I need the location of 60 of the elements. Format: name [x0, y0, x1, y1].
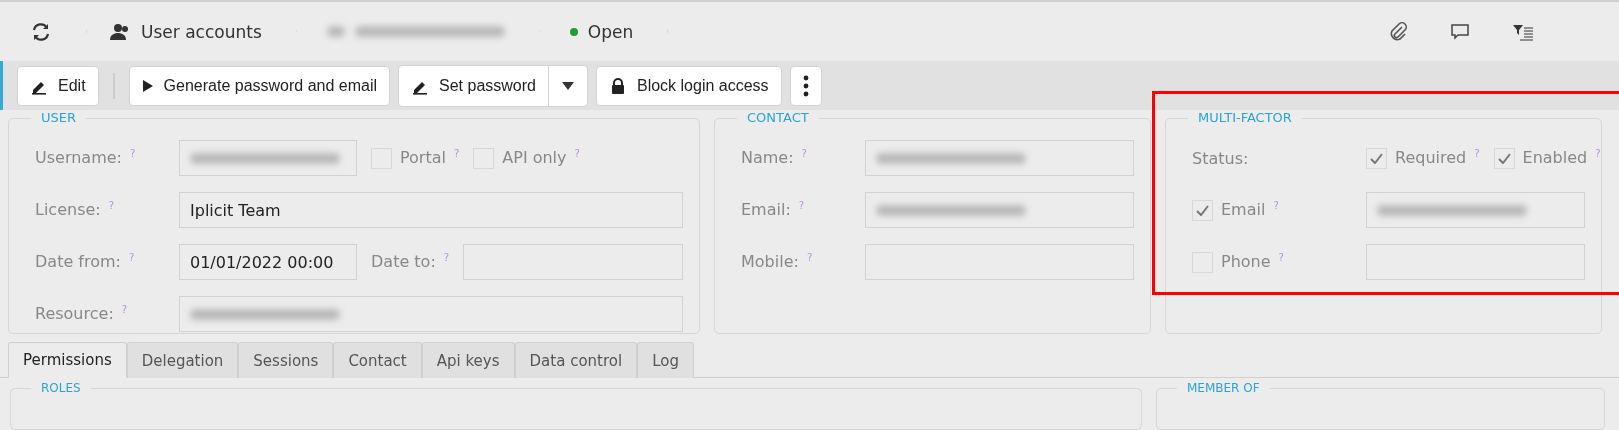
status-text: Open — [587, 21, 634, 42]
action-button[interactable]: Set password — [399, 65, 549, 106]
action-button[interactable]: Edit — [17, 65, 99, 106]
users-icon — [109, 22, 131, 41]
comment-icon[interactable] — [1450, 22, 1470, 41]
section-title: MEMBER OF — [1177, 381, 1270, 395]
input-field[interactable] — [865, 192, 1134, 228]
field-label: Resource: $^{?}$ — [35, 304, 129, 324]
checkbox-label: Phone $^{?}$ — [1221, 252, 1284, 272]
input-field[interactable] — [179, 140, 357, 176]
checkbox-label: API only $^{?}$ — [502, 148, 580, 168]
checkbox-label: Portal $^{?}$ — [400, 148, 460, 168]
checkbox[interactable] — [1192, 199, 1213, 221]
input-field[interactable]: Iplicit Team — [179, 192, 683, 228]
refresh-icon[interactable] — [30, 20, 52, 43]
field-label: License: $^{?}$ — [35, 200, 116, 220]
input-field[interactable] — [1366, 244, 1585, 280]
section-title: ROLES — [31, 381, 91, 395]
action-button[interactable]: Block login access — [595, 65, 782, 106]
checkbox-label: Required $^{?}$ — [1395, 148, 1480, 168]
section-title: USER — [31, 110, 86, 125]
checkbox[interactable] — [1493, 147, 1515, 169]
input-field[interactable] — [865, 140, 1134, 176]
checkbox-label: Email $^{?}$ — [1221, 200, 1279, 220]
paperclip-icon[interactable] — [1388, 21, 1408, 42]
checkbox-label: Enabled $^{?}$ — [1522, 148, 1601, 168]
action-button[interactable]: Generate password and email — [128, 65, 391, 106]
tab[interactable]: Contact — [333, 342, 422, 378]
field-label: Name: $^{?}$ — [741, 148, 808, 168]
section-title: MULTI-FACTOR — [1188, 110, 1302, 125]
input-field[interactable] — [865, 244, 1134, 280]
filter-list-icon[interactable] — [1512, 22, 1534, 41]
input-field[interactable] — [179, 296, 683, 332]
caret-icon — [561, 81, 574, 90]
field-label: Mobile: $^{?}$ — [741, 252, 814, 272]
blurred-icon — [326, 26, 345, 38]
check-icon — [1497, 152, 1511, 164]
field-label: Email: $^{?}$ — [741, 200, 806, 220]
field-label: Username: $^{?}$ — [35, 148, 137, 168]
input-field[interactable] — [463, 244, 683, 280]
checkbox[interactable] — [1366, 147, 1387, 169]
input-field[interactable] — [1366, 192, 1585, 228]
section-title: CONTACT — [737, 110, 819, 125]
breadcrumb-link[interactable]: User accounts — [141, 21, 262, 42]
tab[interactable]: Data control — [514, 342, 638, 378]
split-button[interactable]: Set password — [398, 64, 588, 107]
more-icon — [802, 74, 809, 97]
tab[interactable]: Log — [637, 342, 694, 378]
tab[interactable]: Api keys — [421, 342, 515, 378]
input-field[interactable]: 01/01/2022 00:00 — [179, 244, 357, 280]
check-icon — [1196, 204, 1209, 216]
tab[interactable]: Permissions — [8, 342, 127, 378]
field-label: Date to: $^{?}$ — [371, 252, 450, 272]
play-icon — [141, 78, 154, 93]
tab[interactable]: Delegation — [126, 342, 239, 378]
field-label: Status: — [1192, 148, 1250, 168]
more-button[interactable] — [789, 65, 822, 106]
field-label: Date from: $^{?}$ — [35, 252, 136, 272]
check-icon — [1370, 152, 1383, 164]
tab[interactable]: Sessions — [238, 342, 334, 378]
